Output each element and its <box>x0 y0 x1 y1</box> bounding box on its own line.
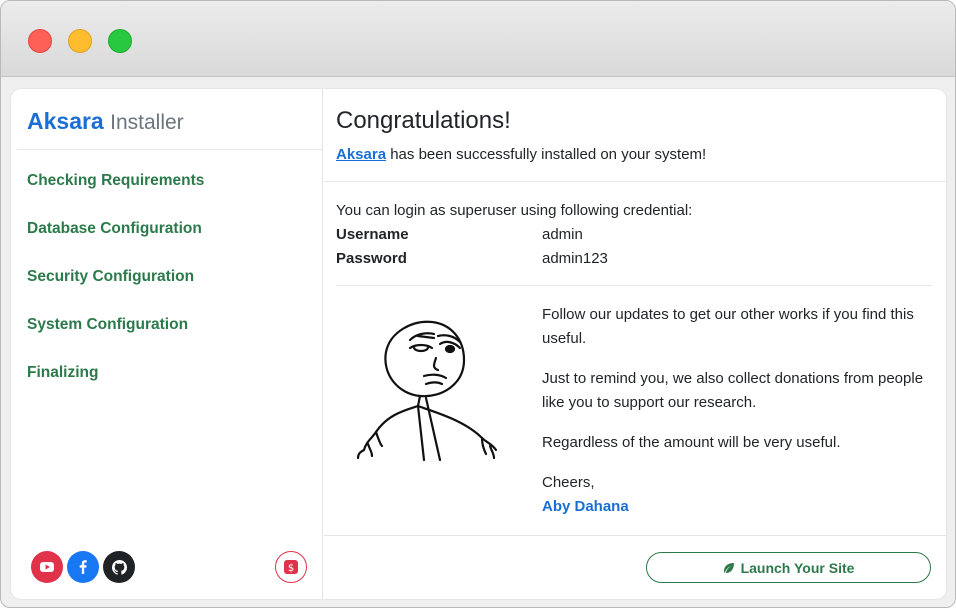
updates-paragraph: Follow our updates to get our other work… <box>542 306 914 347</box>
close-window-button[interactable] <box>28 29 52 53</box>
aksara-link[interactable]: Aksara <box>336 146 386 163</box>
install-success-text: has been successfully installed on your … <box>390 146 707 163</box>
leaf-icon <box>723 562 735 574</box>
window-titlebar <box>1 1 955 77</box>
youtube-icon <box>40 562 54 572</box>
installer-card: Aksara Installer Checking Requirements D… <box>11 89 946 599</box>
dollar-icon: $ <box>284 560 298 574</box>
rage-face-illustration <box>356 320 498 462</box>
svg-text:$: $ <box>288 563 294 574</box>
sidebar-divider <box>17 149 323 150</box>
facebook-icon <box>79 560 87 574</box>
launch-site-label: Launch Your Site <box>740 559 855 576</box>
page-title: Congratulations! <box>336 107 511 134</box>
github-link[interactable] <box>103 551 135 583</box>
youtube-link[interactable] <box>31 551 63 583</box>
credential-divider <box>336 285 932 286</box>
donate-button[interactable]: $ <box>275 551 307 583</box>
step-security-configuration[interactable]: Security Configuration <box>27 267 204 315</box>
step-database-configuration[interactable]: Database Configuration <box>27 219 204 267</box>
brand-name: Aksara <box>27 108 104 134</box>
credential-key: Password <box>336 250 407 267</box>
credential-value: admin123 <box>542 250 608 267</box>
minimize-window-button[interactable] <box>68 29 92 53</box>
brand-suffix: Installer <box>110 111 184 134</box>
step-finalizing[interactable]: Finalizing <box>27 363 204 411</box>
browser-window: Aksara Installer Checking Requirements D… <box>0 0 956 608</box>
launch-site-button[interactable]: Launch Your Site <box>646 552 931 583</box>
github-icon <box>111 559 127 575</box>
credential-intro: You can login as superuser using followi… <box>336 202 693 219</box>
credential-value: admin <box>542 226 583 243</box>
facebook-link[interactable] <box>67 551 99 583</box>
maximize-window-button[interactable] <box>108 29 132 53</box>
credential-key: Username <box>336 226 409 243</box>
header-divider <box>324 181 946 182</box>
donation-paragraph: Just to remind you, we also collect dona… <box>542 370 924 411</box>
step-checking-requirements[interactable]: Checking Requirements <box>27 171 204 219</box>
cheers-text: Cheers, <box>542 474 595 491</box>
install-success-message: Aksara has been successfully installed o… <box>336 145 706 165</box>
main-panel: Congratulations! Aksara has been success… <box>324 89 946 599</box>
step-list: Checking Requirements Database Configura… <box>27 171 204 411</box>
brand-logo: Aksara Installer <box>27 107 184 137</box>
author-signature: Aby Dahana <box>542 498 629 515</box>
sidebar: Aksara Installer Checking Requirements D… <box>11 89 323 599</box>
amount-paragraph: Regardless of the amount will be very us… <box>542 434 841 451</box>
footer-divider <box>324 535 946 536</box>
step-system-configuration[interactable]: System Configuration <box>27 315 204 363</box>
